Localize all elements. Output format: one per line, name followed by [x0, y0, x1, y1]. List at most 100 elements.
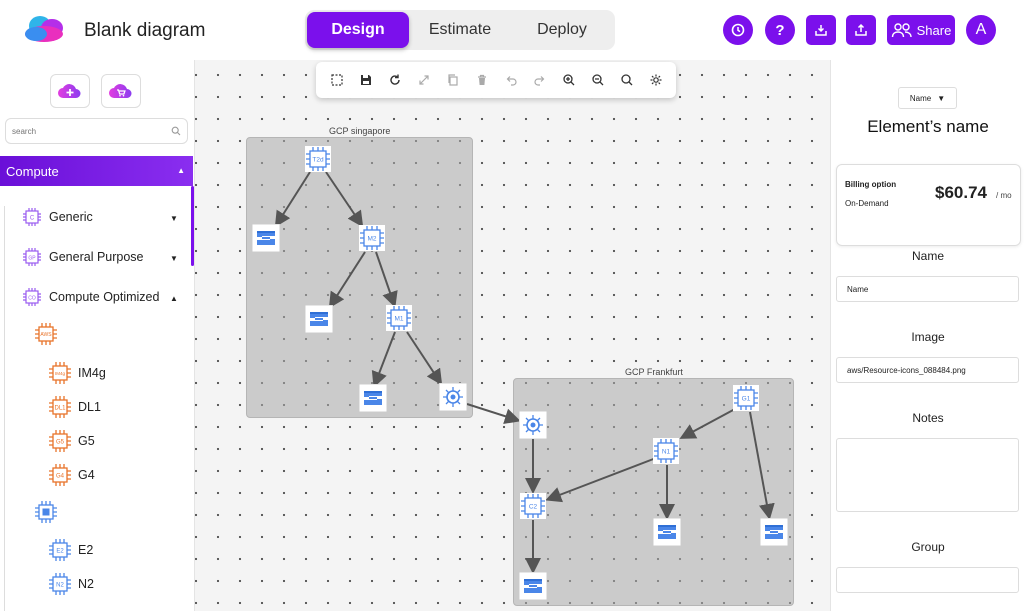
avatar[interactable]: A	[966, 15, 996, 45]
node-label: M1	[394, 316, 403, 323]
sidebar-item-im4g[interactable]: IM4g IM4g	[48, 362, 106, 384]
item-label: G4	[78, 468, 95, 482]
billing-option-value: On-Demand	[845, 199, 889, 208]
tree-guide-line	[4, 206, 5, 611]
storage-node[interactable]	[760, 518, 788, 546]
tab-design[interactable]: Design	[307, 12, 409, 48]
add-cloud-button[interactable]	[50, 74, 90, 108]
name-field[interactable]: Name	[836, 276, 1019, 302]
chip-text: IM4g	[55, 371, 66, 376]
download-button[interactable]	[806, 15, 836, 45]
chip-text: DL1	[54, 406, 66, 412]
node-m2[interactable]: M2	[358, 224, 386, 252]
node-n1[interactable]: N1	[652, 437, 680, 465]
sidebar-item-e2[interactable]: E2 E2	[48, 539, 93, 561]
section-compute[interactable]: Compute ▲	[0, 156, 193, 186]
category-compute-optimized[interactable]: CO Compute Optimized	[22, 286, 159, 308]
edge[interactable]	[679, 408, 736, 439]
chip-icon: IM4g	[49, 362, 71, 384]
notes-label: Notes	[912, 411, 944, 425]
help-button[interactable]: ?	[765, 15, 795, 45]
chip-icon: DL1	[49, 396, 71, 418]
node-g1[interactable]: G1	[732, 384, 760, 412]
price-unit: / mo	[996, 191, 1012, 200]
storage-node[interactable]	[519, 572, 547, 600]
gateway-node[interactable]	[439, 383, 467, 411]
image-field[interactable]: aws/Resource-icons_088484.png	[836, 357, 1019, 383]
search-icon[interactable]	[171, 126, 181, 136]
group-label: Group	[911, 540, 945, 554]
chip-icon: C	[23, 208, 41, 226]
tab-estimate[interactable]: Estimate	[409, 12, 511, 48]
caret-up-icon[interactable]: ▲	[170, 294, 178, 303]
chip-icon: G5	[49, 430, 71, 452]
node-label: C2	[529, 504, 538, 511]
node-t2d[interactable]: T2d	[304, 145, 332, 173]
sidebar-item-n2[interactable]: N2 N2	[48, 573, 94, 595]
edge[interactable]	[749, 411, 775, 520]
image-label: Image	[911, 330, 945, 344]
diagram-title[interactable]: Blank diagram	[84, 20, 205, 42]
edge[interactable]	[375, 251, 398, 308]
notes-textarea[interactable]	[836, 438, 1019, 512]
chip-icon: G4	[49, 464, 71, 486]
chip-icon: E2	[49, 539, 71, 561]
marketplace-button[interactable]	[101, 74, 141, 108]
history-button[interactable]	[723, 15, 753, 45]
caret-down-icon[interactable]: ▼	[170, 254, 178, 263]
aws-provider-icon[interactable]: AWS	[34, 322, 58, 346]
search-input[interactable]	[6, 119, 156, 143]
caret-down-icon[interactable]: ▼	[170, 214, 178, 223]
field-select-label: Name	[909, 93, 932, 103]
category-general-purpose[interactable]: GP General Purpose	[22, 246, 144, 268]
edge[interactable]	[371, 331, 396, 388]
gateway-node[interactable]	[519, 411, 547, 439]
users-icon	[891, 23, 912, 38]
chip-icon: CO	[23, 288, 41, 306]
sidebar-scrollbar[interactable]	[191, 186, 194, 266]
category-generic[interactable]: C Generic	[22, 206, 93, 228]
edge[interactable]	[328, 251, 366, 309]
sidebar-item-g4[interactable]: G4 G4	[48, 464, 95, 486]
gcp-provider-icon[interactable]	[34, 500, 58, 524]
category-compute-optimized-label: Compute Optimized	[49, 290, 160, 304]
properties-panel: Name ▼ Element’s name Billing option On-…	[830, 60, 1024, 611]
share-label: Share	[916, 22, 952, 38]
cloud-plus-icon	[58, 84, 81, 98]
category-general-purpose-label: General Purpose	[49, 250, 144, 264]
chip-text: N2	[56, 583, 64, 589]
node-m1[interactable]: M1	[385, 304, 413, 332]
storage-node[interactable]	[305, 305, 333, 333]
download-tray-icon	[815, 25, 827, 36]
edge[interactable]	[545, 457, 657, 503]
billing-card[interactable]: Billing option On-Demand $60.74 / mo	[836, 164, 1021, 246]
billing-option-label: Billing option	[845, 180, 897, 189]
node-label: G1	[742, 396, 751, 403]
mode-switcher: Design Estimate Deploy	[305, 10, 615, 50]
edge[interactable]	[466, 403, 521, 424]
item-label: IM4g	[78, 366, 106, 380]
item-label: E2	[78, 543, 94, 557]
node-label: M2	[367, 236, 376, 243]
storage-node[interactable]	[252, 224, 280, 252]
field-select[interactable]: Name ▼	[898, 87, 957, 109]
node-label: T2d	[312, 157, 324, 164]
storage-node[interactable]	[359, 384, 387, 412]
sidebar-item-g5[interactable]: G5 G5	[48, 430, 95, 452]
edge[interactable]	[274, 171, 311, 228]
sidebar-item-dl1[interactable]: DL1 DL1	[48, 396, 101, 418]
diagram-canvas[interactable]: GCP singapore GCP Frankfurt T2d M2 M1 G1…	[195, 60, 830, 611]
edge[interactable]	[325, 171, 364, 228]
storage-node[interactable]	[653, 518, 681, 546]
export-button[interactable]	[846, 15, 876, 45]
svg-text:CO: CO	[28, 296, 36, 302]
group-field[interactable]	[836, 567, 1019, 593]
node-c2[interactable]: C2	[519, 492, 547, 520]
tab-deploy[interactable]: Deploy	[511, 12, 613, 48]
chip-text: G5	[56, 440, 65, 446]
edge[interactable]	[406, 331, 443, 386]
caret-up-icon: ▲	[177, 166, 185, 175]
share-button[interactable]: Share	[887, 15, 955, 45]
caret-down-icon: ▼	[937, 93, 946, 103]
item-label: DL1	[78, 400, 101, 414]
